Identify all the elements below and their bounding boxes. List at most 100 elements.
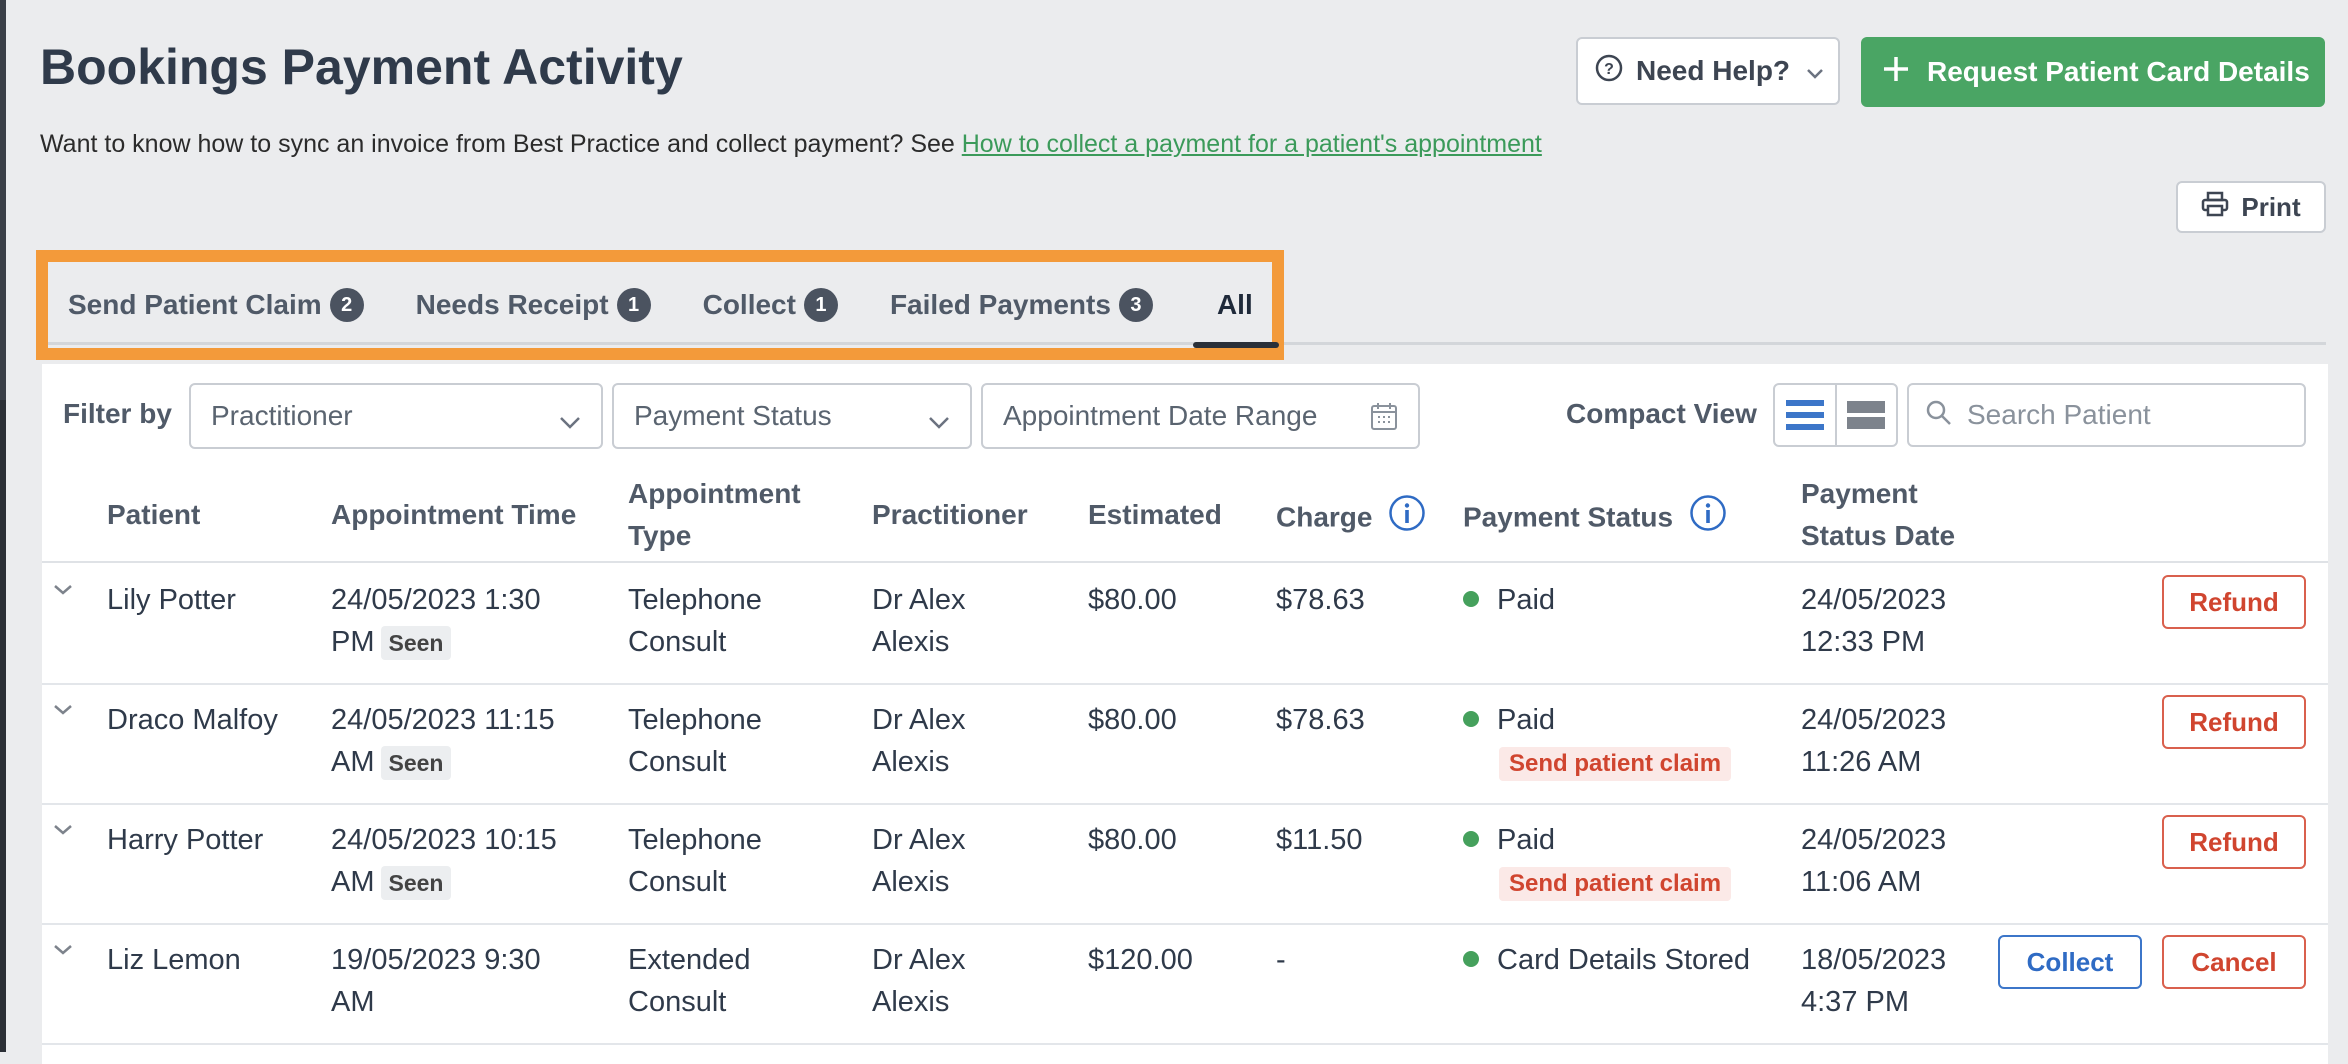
status-label: Paid [1497, 584, 1556, 616]
tab-needs-receipt[interactable]: Needs Receipt 1 [384, 262, 671, 348]
seen-badge: Seen [380, 746, 452, 780]
count-badge: 3 [1118, 288, 1153, 322]
charge-amount: $78.63 [1276, 584, 1365, 616]
col-payment-status-label: Payment Status [1463, 501, 1674, 533]
payment-status-select-value: Payment Status [634, 400, 832, 431]
practitioner-select-value: Practitioner [211, 400, 353, 431]
info-icon[interactable] [1689, 494, 1727, 544]
appointment-type: Extended Consult [628, 944, 751, 1018]
payment-status-date: 18/05/2023 4:37 PM [1801, 944, 1947, 1018]
tab-label: Send Patient Claim [68, 289, 322, 320]
need-help-label: Need Help? [1636, 55, 1791, 86]
appointment-period: AM [331, 866, 375, 898]
expand-row-chevron-icon[interactable] [52, 823, 74, 842]
col-status-date-line1: Payment [1801, 478, 1918, 509]
cancel-button[interactable]: Cancel [2162, 935, 2306, 989]
page-title: Bookings Payment Activity [40, 39, 683, 95]
col-charge[interactable]: Charge [1276, 494, 1426, 544]
patient-name[interactable]: Lily Potter [107, 579, 236, 621]
col-appointment-type[interactable]: Appointment Type [628, 473, 801, 557]
col-payment-status-date[interactable]: Payment Status Date [1801, 473, 1955, 557]
help-text-body: Want to know how to sync an invoice from… [40, 130, 955, 158]
charge-amount: - [1276, 944, 1286, 976]
need-help-button[interactable]: ? Need Help? [1576, 37, 1840, 105]
request-card-details-button[interactable]: Request Patient Card Details [1861, 37, 2325, 107]
practitioner-name: Dr Alex Alexis [872, 704, 966, 778]
practitioner-name: Dr Alex Alexis [872, 584, 966, 658]
practitioner-select[interactable]: Practitioner [189, 383, 603, 449]
patient-name[interactable]: Draco Malfoy [107, 699, 278, 741]
chevron-down-icon [1806, 55, 1824, 87]
printer-icon [2201, 191, 2229, 224]
col-appointment-type-line1: Appointment [628, 478, 801, 509]
compact-view-icon[interactable] [1834, 385, 1897, 445]
payment-status-select[interactable]: Payment Status [612, 383, 972, 449]
appointment-period: AM [331, 746, 375, 778]
status-dot [1463, 591, 1479, 608]
patient-name[interactable]: Harry Potter [107, 819, 263, 861]
date-range-picker[interactable]: Appointment Date Range [981, 383, 1420, 449]
expand-row-chevron-icon[interactable] [52, 583, 74, 602]
col-patient[interactable]: Patient [107, 494, 200, 536]
col-practitioner[interactable]: Practitioner [872, 494, 1028, 536]
payment-status: Paid Send patient claim [1463, 819, 1732, 903]
payment-status: Paid Send patient claim [1463, 699, 1732, 783]
col-appointment-time[interactable]: Appointment Time [331, 494, 576, 536]
collect-button[interactable]: Collect [1998, 935, 2142, 989]
tab-failed-payments[interactable]: Failed Payments 3 [858, 262, 1173, 348]
appointment-period: PM [331, 626, 375, 658]
col-payment-status[interactable]: Payment Status [1463, 494, 1727, 544]
refund-button[interactable]: Refund [2162, 575, 2306, 629]
help-article-link[interactable]: How to collect a payment for a patient's… [962, 130, 1542, 158]
payment-status: Card Details Stored [1463, 939, 1750, 981]
tab-collect[interactable]: Collect 1 [671, 262, 858, 348]
col-charge-label: Charge [1276, 501, 1373, 533]
appointment-type: Telephone Consult [628, 584, 762, 658]
count-badge: 1 [803, 288, 838, 322]
table-row[interactable]: Draco Malfoy 24/05/2023 11:15 AM Seen Tel… [42, 683, 2328, 805]
compact-view-label: Compact View [1566, 398, 1757, 429]
expand-row-chevron-icon[interactable] [52, 943, 74, 962]
table-row[interactable]: Harry Potter 24/05/2023 10:15 AM Seen Tel… [42, 803, 2328, 925]
send-patient-claim-badge[interactable]: Send patient claim [1499, 867, 1732, 901]
tab-label: Needs Receipt [415, 289, 609, 320]
status-dot [1463, 711, 1479, 728]
send-patient-claim-badge[interactable]: Send patient claim [1499, 747, 1732, 781]
appointment-type: Telephone Consult [628, 704, 762, 778]
col-estimated[interactable]: Estimated [1088, 494, 1222, 536]
estimated-amount: $80.00 [1088, 824, 1177, 856]
appointment-date: 19/05/2023 9:30 [331, 944, 541, 976]
calendar-icon [1370, 401, 1398, 438]
tab-send-patient-claim[interactable]: Send Patient Claim 2 [48, 262, 384, 348]
refund-button[interactable]: Refund [2162, 695, 2306, 749]
table-row[interactable]: Lily Potter 24/05/2023 1:30 PM Seen Telep… [42, 563, 2328, 685]
expand-row-chevron-icon[interactable] [52, 703, 74, 722]
appointment-date: 24/05/2023 10:15 [331, 824, 557, 856]
filter-by-label: Filter by [63, 398, 172, 429]
count-badge: 2 [329, 288, 364, 322]
status-dot [1463, 831, 1479, 848]
payment-status-date: 24/05/2023 12:33 PM [1801, 584, 1947, 658]
appointment-type: Telephone Consult [628, 824, 762, 898]
tab-all[interactable]: All [1173, 262, 1279, 348]
print-label: Print [2241, 191, 2301, 222]
refund-button[interactable]: Refund [2162, 815, 2306, 869]
appointment-time: 24/05/2023 11:15 AM Seen [331, 699, 555, 783]
practitioner-name: Dr Alex Alexis [872, 944, 966, 1018]
estimated-amount: $80.00 [1088, 584, 1177, 616]
search-icon [1925, 399, 1953, 432]
appointment-date: 24/05/2023 1:30 [331, 584, 541, 616]
tab-label: All [1216, 289, 1253, 320]
svg-text:?: ? [1604, 61, 1614, 78]
search-patient-box [1907, 383, 2306, 447]
search-patient-input[interactable] [1965, 398, 2289, 432]
print-button[interactable]: Print [2176, 181, 2326, 233]
list-view-icon[interactable] [1775, 385, 1835, 445]
estimated-amount: $120.00 [1088, 944, 1193, 976]
seen-badge: Seen [380, 626, 452, 660]
info-icon[interactable] [1388, 494, 1426, 544]
table-row[interactable]: Liz Lemon 19/05/2023 9:30 AM Extended Con… [42, 923, 2328, 1045]
patient-name[interactable]: Liz Lemon [107, 939, 241, 981]
appointment-date: 24/05/2023 11:15 [331, 704, 555, 736]
charge-amount: $11.50 [1276, 824, 1363, 856]
